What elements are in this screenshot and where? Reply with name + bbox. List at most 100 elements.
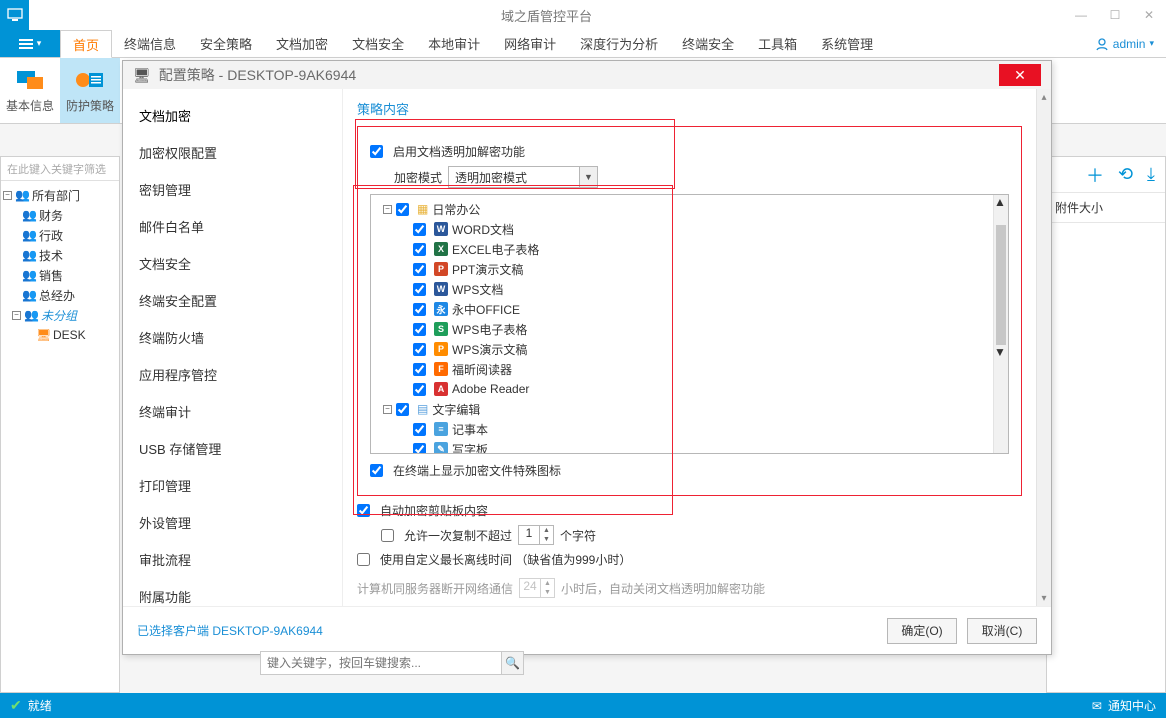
- sidebar-item[interactable]: 终端安全配置: [123, 282, 342, 319]
- tree-row[interactable]: P WPS演示文稿: [375, 339, 989, 359]
- menu-item[interactable]: 系统管理: [809, 30, 885, 57]
- item-checkbox[interactable]: [413, 243, 426, 256]
- scrollbar[interactable]: ▲ ▼: [993, 195, 1008, 453]
- sidebar-item[interactable]: 终端防火墙: [123, 319, 342, 356]
- item-checkbox[interactable]: [413, 423, 426, 436]
- menu-item[interactable]: 深度行为分析: [568, 30, 670, 57]
- window-minimize[interactable]: —: [1064, 0, 1098, 30]
- sidebar-item[interactable]: 应用程序管控: [123, 356, 342, 393]
- tree-row[interactable]: A Adobe Reader: [375, 379, 989, 399]
- menu-item[interactable]: 安全策略: [188, 30, 264, 57]
- tree-row[interactable]: W WORD文档: [375, 219, 989, 239]
- sidebar-item[interactable]: 文档加密: [123, 97, 342, 134]
- ribbon-protection-policy[interactable]: 防护策略: [60, 58, 120, 123]
- enable-encryption-checkbox[interactable]: [370, 145, 383, 158]
- sidebar-item[interactable]: USB 存储管理: [123, 430, 342, 467]
- tree-row[interactable]: −▦ 日常办公: [375, 199, 989, 219]
- sidebar-item[interactable]: 打印管理: [123, 467, 342, 504]
- dialog-scrollbar[interactable]: ▴ ▾: [1036, 89, 1051, 606]
- item-checkbox[interactable]: [413, 303, 426, 316]
- menu-item[interactable]: 终端安全: [670, 30, 746, 57]
- spin-up-icon[interactable]: ▲: [541, 579, 554, 588]
- spin-down-icon[interactable]: ▼: [540, 535, 553, 544]
- window-close[interactable]: ✕: [1132, 0, 1166, 30]
- tree-unassigned[interactable]: −👥未分组: [3, 305, 117, 325]
- cancel-button[interactable]: 取消(C): [967, 618, 1037, 644]
- item-checkbox[interactable]: [413, 263, 426, 276]
- sidebar-item[interactable]: 审批流程: [123, 541, 342, 578]
- tree-root[interactable]: −👥所有部门: [3, 185, 117, 205]
- ok-button[interactable]: 确定(O): [887, 618, 957, 644]
- menu-item[interactable]: 工具箱: [746, 30, 809, 57]
- item-checkbox[interactable]: [413, 443, 426, 454]
- tree-row[interactable]: X EXCEL电子表格: [375, 239, 989, 259]
- menu-item[interactable]: 本地审计: [416, 30, 492, 57]
- tree-item[interactable]: 👥技术: [3, 245, 117, 265]
- add-button[interactable]: ＋: [1086, 162, 1104, 188]
- item-checkbox[interactable]: [413, 283, 426, 296]
- tree-row[interactable]: −▤ 文字编辑: [375, 399, 989, 419]
- collapse-icon[interactable]: −: [383, 405, 392, 414]
- tree-row[interactable]: W WPS文档: [375, 279, 989, 299]
- sidebar-item[interactable]: 密钥管理: [123, 171, 342, 208]
- group-checkbox[interactable]: [396, 403, 409, 416]
- notify-label[interactable]: 通知中心: [1108, 697, 1156, 714]
- tree-row[interactable]: S WPS电子表格: [375, 319, 989, 339]
- collapse-icon[interactable]: −: [383, 205, 392, 214]
- offline-checkbox[interactable]: [357, 553, 370, 566]
- window-maximize[interactable]: ☐: [1098, 0, 1132, 30]
- spin-down-icon[interactable]: ▼: [541, 588, 554, 597]
- tree-row[interactable]: ≡ 记事本: [375, 419, 989, 439]
- refresh-button[interactable]: ⟲: [1118, 164, 1133, 185]
- sidebar-item[interactable]: 附属功能: [123, 578, 342, 615]
- show-icon-checkbox[interactable]: [370, 464, 383, 477]
- menu-item[interactable]: 终端信息: [112, 30, 188, 57]
- menu-item[interactable]: 文档加密: [264, 30, 340, 57]
- item-checkbox[interactable]: [413, 383, 426, 396]
- group-checkbox[interactable]: [396, 203, 409, 216]
- sidebar-item[interactable]: 外设管理: [123, 504, 342, 541]
- mail-icon[interactable]: ✉: [1092, 699, 1102, 713]
- sidebar-item[interactable]: 终端审计: [123, 393, 342, 430]
- copy-limit-spinner[interactable]: 1▲▼: [518, 525, 554, 545]
- copy-limit-checkbox[interactable]: [381, 529, 394, 542]
- menu-home[interactable]: 首页: [60, 30, 112, 58]
- spin-up-icon[interactable]: ▲: [540, 526, 553, 535]
- dialog-close-button[interactable]: ✕: [999, 64, 1041, 86]
- download-button[interactable]: ⤓: [1147, 164, 1155, 185]
- tree-filter-input[interactable]: 在此键入关键字筛选: [1, 157, 119, 181]
- tree-row[interactable]: F 福昕阅读器: [375, 359, 989, 379]
- mode-combobox[interactable]: 透明加密模式 ▼: [448, 166, 598, 188]
- scroll-up-icon[interactable]: ▲: [994, 195, 1008, 209]
- sidebar-item[interactable]: 加密权限配置: [123, 134, 342, 171]
- item-checkbox[interactable]: [413, 343, 426, 356]
- scroll-down-icon[interactable]: ▾: [1037, 590, 1051, 606]
- user-menu[interactable]: admin ▾: [1095, 30, 1166, 57]
- sidebar-item[interactable]: 文档安全: [123, 245, 342, 282]
- menu-item[interactable]: 文档安全: [340, 30, 416, 57]
- tree-item[interactable]: 👥行政: [3, 225, 117, 245]
- tree-row[interactable]: P PPT演示文稿: [375, 259, 989, 279]
- search-input[interactable]: [260, 651, 502, 675]
- scroll-up-icon[interactable]: ▴: [1037, 89, 1051, 105]
- tree-item[interactable]: 👥总经办: [3, 285, 117, 305]
- collapse-icon[interactable]: −: [3, 191, 12, 200]
- item-checkbox[interactable]: [413, 223, 426, 236]
- tree-item[interactable]: 👥销售: [3, 265, 117, 285]
- scroll-thumb[interactable]: [996, 225, 1006, 345]
- tree-row[interactable]: ✎ 写字板: [375, 439, 989, 453]
- item-checkbox[interactable]: [413, 363, 426, 376]
- collapse-icon[interactable]: −: [12, 311, 21, 320]
- item-checkbox[interactable]: [413, 323, 426, 336]
- scroll-down-icon[interactable]: ▼: [994, 345, 1008, 359]
- sidebar-item[interactable]: 邮件白名单: [123, 208, 342, 245]
- search-button[interactable]: 🔍: [502, 651, 524, 675]
- tree-item[interactable]: 👥财务: [3, 205, 117, 225]
- tree-row[interactable]: 永 永中OFFICE: [375, 299, 989, 319]
- cutoff-spinner[interactable]: 24▲▼: [519, 578, 555, 598]
- ribbon-basic-info[interactable]: 基本信息: [0, 58, 60, 123]
- app-menu-button[interactable]: ▾: [0, 30, 60, 57]
- clipboard-checkbox[interactable]: [357, 504, 370, 517]
- tree-host[interactable]: 🖥DESK: [3, 325, 117, 345]
- menu-item[interactable]: 网络审计: [492, 30, 568, 57]
